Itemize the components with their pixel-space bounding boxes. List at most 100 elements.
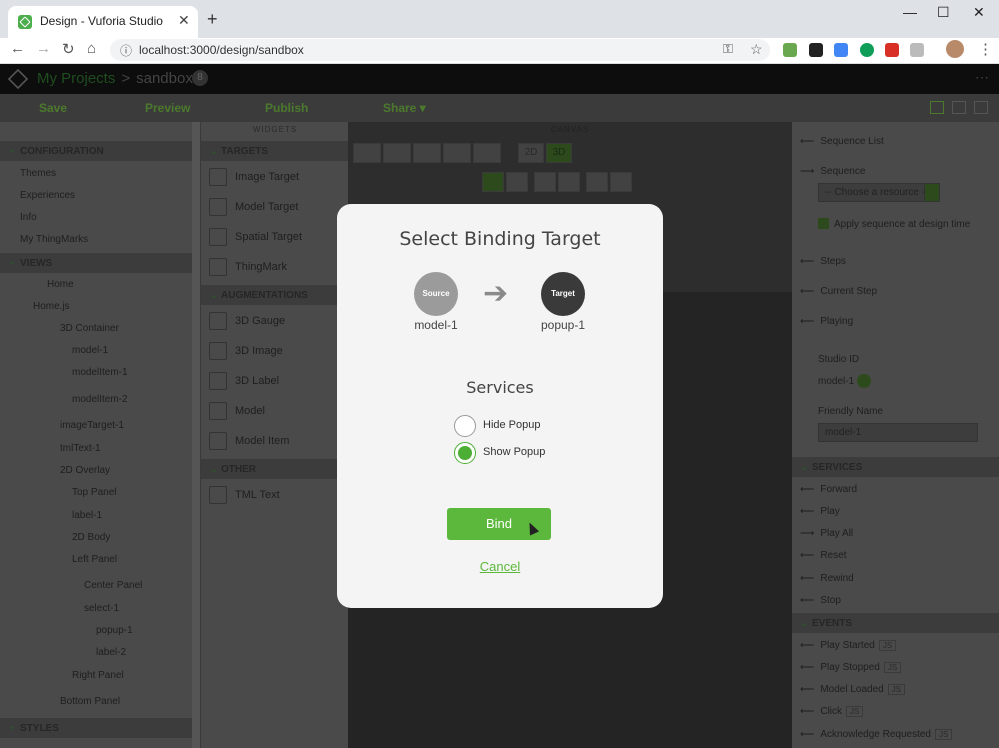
widget-model-target[interactable]: Model Target	[209, 194, 344, 222]
forward-icon[interactable]: →	[36, 40, 51, 57]
config-item-info[interactable]: Info	[20, 212, 37, 223]
back-icon[interactable]: ←	[10, 40, 25, 57]
save-button[interactable]: Save	[39, 101, 67, 115]
checkbox-icon[interactable]	[818, 218, 829, 229]
widget-image-target[interactable]: Image Target	[209, 164, 344, 192]
apply-sequence-checkbox[interactable]: Apply sequence at design time	[818, 218, 970, 230]
tree-item[interactable]: 2D Body	[72, 532, 110, 543]
tree-item[interactable]: Home.js	[33, 301, 70, 312]
publish-button[interactable]: Publish	[265, 101, 308, 115]
tree-item[interactable]: 3D Container	[60, 323, 119, 334]
prop-current-step[interactable]: ⟵ Current Step	[800, 286, 877, 297]
edit-pencil-icon[interactable]	[857, 374, 871, 388]
services-header[interactable]: ⌄ SERVICES	[792, 457, 999, 477]
configuration-header[interactable]: ⌄ CONFIGURATION	[0, 141, 192, 161]
tree-item[interactable]: Home	[47, 279, 74, 290]
show-popup-label[interactable]: Show Popup	[483, 446, 545, 458]
zoom-fit-icon[interactable]	[534, 172, 556, 192]
profile-avatar[interactable]	[946, 40, 964, 58]
tree-item[interactable]: label-2	[96, 647, 126, 658]
minimize-icon[interactable]: —	[903, 4, 917, 20]
styles-header[interactable]: ⌄ STYLES	[0, 718, 192, 738]
hide-icon[interactable]	[610, 172, 632, 192]
prop-sequence-list[interactable]: ⟵ Sequence List	[800, 136, 884, 147]
hide-popup-radio[interactable]	[454, 415, 476, 437]
tree-item[interactable]: 2D Overlay	[60, 465, 110, 476]
config-item-experiences[interactable]: Experiences	[20, 190, 75, 201]
widget-3d-label[interactable]: 3D Label	[209, 368, 344, 396]
mode-3d-button[interactable]: 3D	[546, 143, 572, 163]
key-icon[interactable]: ⚿	[723, 41, 733, 57]
new-tab-icon[interactable]: +	[207, 9, 218, 30]
cancel-link[interactable]: Cancel	[337, 559, 663, 574]
event-play-started[interactable]: ⟵ Play Started JS	[800, 640, 897, 651]
redo-icon[interactable]	[473, 143, 501, 163]
chevron-down-icon[interactable]	[924, 183, 940, 202]
service-play[interactable]: ⟵ Play	[800, 506, 840, 517]
project-badge[interactable]: 8	[192, 70, 208, 86]
service-rewind[interactable]: ⟵ Rewind	[800, 573, 854, 584]
maximize-icon[interactable]: ☐	[937, 4, 950, 21]
tree-item[interactable]: Right Panel	[72, 670, 124, 681]
events-header[interactable]: ⌄ EVENTS	[792, 613, 999, 633]
widget-3d-image[interactable]: 3D Image	[209, 338, 344, 366]
views-header[interactable]: ⌄ VIEWS	[0, 253, 192, 273]
service-reset[interactable]: ⟵ Reset	[800, 550, 846, 561]
reload-icon[interactable]: ↻	[62, 40, 75, 58]
extension-k-icon[interactable]	[809, 43, 823, 57]
extension-grey-icon[interactable]	[910, 43, 924, 57]
home-icon[interactable]: ⌂	[87, 40, 96, 57]
event-click[interactable]: ⟵ Click JS	[800, 706, 864, 717]
js-badge-icon[interactable]: JS	[846, 706, 864, 717]
js-badge-icon[interactable]: JS	[934, 729, 953, 740]
widget-3d-gauge[interactable]: 3D Gauge	[209, 308, 344, 336]
tree-item[interactable]: select-1	[84, 603, 119, 614]
delete-icon[interactable]	[413, 143, 441, 163]
share-button[interactable]: Share ▾	[383, 101, 426, 115]
prop-playing[interactable]: ⟵ Playing	[800, 316, 853, 327]
js-badge-icon[interactable]: JS	[883, 662, 902, 673]
app-menu-icon[interactable]: ⋯	[975, 69, 989, 86]
layout-left-icon[interactable]	[930, 101, 944, 114]
preview-button[interactable]: Preview	[145, 101, 190, 115]
info-icon[interactable]: ⓘ	[120, 42, 132, 59]
chrome-menu-icon[interactable]: ⋮	[978, 40, 993, 58]
tree-item[interactable]: Center Panel	[84, 580, 142, 591]
extension-green-icon[interactable]	[860, 43, 874, 57]
select-icon[interactable]	[558, 172, 580, 192]
hide-popup-label[interactable]: Hide Popup	[483, 419, 541, 431]
visibility-icon[interactable]	[586, 172, 608, 192]
layout-bottom-icon[interactable]	[952, 101, 966, 114]
tree-item[interactable]: label-1	[72, 510, 102, 521]
js-badge-icon[interactable]: JS	[887, 684, 906, 695]
browser-tab[interactable]: Design - Vuforia Studio ✕	[8, 6, 198, 38]
js-badge-icon[interactable]: JS	[878, 640, 897, 651]
bookmark-star-icon[interactable]: ☆	[750, 41, 763, 58]
camera-icon[interactable]	[482, 172, 504, 192]
other-header[interactable]: ⌄ OTHER	[201, 459, 349, 479]
undo-icon[interactable]	[443, 143, 471, 163]
targets-header[interactable]: ⌄ TARGETS	[201, 141, 349, 161]
config-item-themes[interactable]: Themes	[20, 168, 56, 179]
left-panel-scrollbar[interactable]	[192, 122, 200, 748]
event-play-stopped[interactable]: ⟵ Play Stopped JS	[800, 662, 902, 673]
tree-item[interactable]: tmlText-1	[60, 443, 101, 454]
move-icon[interactable]	[353, 143, 381, 163]
widget-model[interactable]: Model	[209, 398, 344, 426]
gmail-icon[interactable]	[885, 43, 899, 57]
prop-sequence[interactable]: ⟶ Sequence	[800, 166, 865, 177]
tree-item[interactable]: Top Panel	[72, 487, 116, 498]
augmentations-header[interactable]: ⌄ AUGMENTATIONS	[201, 285, 349, 305]
widget-spatial-target[interactable]: Spatial Target	[209, 224, 344, 252]
tree-item[interactable]: modelItem-2	[72, 394, 128, 405]
tree-item[interactable]: modelItem-1	[72, 367, 128, 378]
widget-model-item[interactable]: Model Item	[209, 428, 344, 456]
mode-2d-button[interactable]: 2D	[518, 143, 544, 163]
friendly-name-input[interactable]: model-1	[818, 423, 978, 442]
translate-icon[interactable]	[834, 43, 848, 57]
prop-steps[interactable]: ⟵ Steps	[800, 256, 846, 267]
breadcrumb-my-projects[interactable]: My Projects	[37, 70, 115, 87]
view-icon[interactable]	[506, 172, 528, 192]
event-model-loaded[interactable]: ⟵ Model Loaded JS	[800, 684, 906, 695]
service-play-all[interactable]: ⟶ Play All	[800, 528, 853, 539]
